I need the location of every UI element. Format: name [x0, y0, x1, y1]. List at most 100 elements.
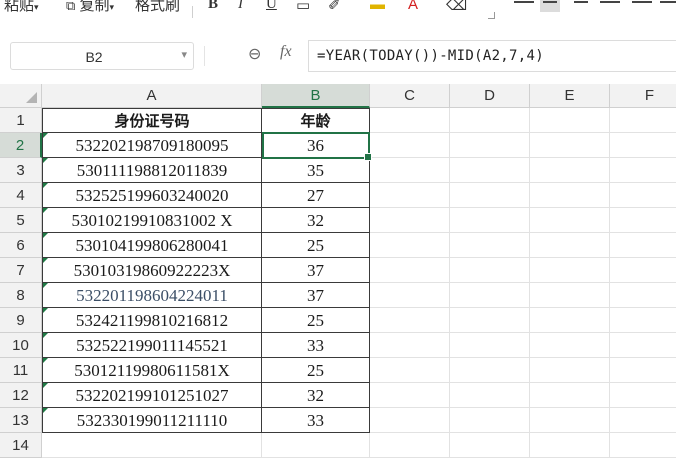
distributed-align-icon[interactable] — [632, 0, 652, 12]
row-header-11[interactable]: 11 — [0, 358, 42, 383]
cell-a10[interactable]: 532522199011145521 — [42, 333, 262, 358]
cell-d8[interactable] — [450, 283, 530, 308]
cell-b14[interactable] — [262, 433, 370, 458]
cell-c1[interactable] — [370, 108, 450, 133]
cell-c12[interactable] — [370, 383, 450, 408]
cell-d9[interactable] — [450, 308, 530, 333]
cell-d14[interactable] — [450, 433, 530, 458]
align-center-icon[interactable] — [540, 0, 560, 12]
cell-a8[interactable]: 532201198604224011 — [42, 283, 262, 308]
cell-c9[interactable] — [370, 308, 450, 333]
cell-a14[interactable] — [42, 433, 262, 458]
eraser-icon[interactable]: ⌫ — [446, 0, 467, 14]
cell-f8[interactable] — [610, 283, 676, 308]
cell-f9[interactable] — [610, 308, 676, 333]
bold-button[interactable]: B — [208, 0, 218, 13]
cell-e3[interactable] — [530, 158, 610, 183]
cell-f5[interactable] — [610, 208, 676, 233]
border-icon[interactable]: ▭ — [296, 0, 310, 14]
cell-f10[interactable] — [610, 333, 676, 358]
cell-a1[interactable]: 身份证号码 — [42, 108, 262, 133]
cell-b5[interactable]: 32 — [262, 208, 370, 233]
cell-a5[interactable]: 53010219910831002 X — [42, 208, 262, 233]
cell-e1[interactable] — [530, 108, 610, 133]
cell-f1[interactable] — [610, 108, 676, 133]
cell-f4[interactable] — [610, 183, 676, 208]
cell-b1[interactable]: 年龄 — [262, 108, 370, 133]
cell-e10[interactable] — [530, 333, 610, 358]
formula-input[interactable]: =YEAR(TODAY())-MID(A2,7,4) — [308, 40, 676, 72]
cell-d7[interactable] — [450, 258, 530, 283]
cell-a9[interactable]: 532421199810216812 — [42, 308, 262, 333]
cell-e8[interactable] — [530, 283, 610, 308]
column-header-d[interactable]: D — [450, 84, 530, 108]
cell-c2[interactable] — [370, 133, 450, 158]
zoom-icon[interactable]: ⊖ — [248, 44, 261, 64]
cell-e5[interactable] — [530, 208, 610, 233]
cell-f2[interactable] — [610, 133, 676, 158]
font-group-launcher-icon[interactable] — [488, 12, 495, 19]
cell-e7[interactable] — [530, 258, 610, 283]
align-justify-icon[interactable] — [600, 0, 620, 12]
column-header-e[interactable]: E — [530, 84, 610, 108]
cell-a11[interactable]: 53012119980611581X — [42, 358, 262, 383]
cell-c7[interactable] — [370, 258, 450, 283]
cell-b7[interactable]: 37 — [262, 258, 370, 283]
cell-b6[interactable]: 25 — [262, 233, 370, 258]
cell-d2[interactable] — [450, 133, 530, 158]
cell-f3[interactable] — [610, 158, 676, 183]
column-header-f[interactable]: F — [610, 84, 676, 108]
cell-c4[interactable] — [370, 183, 450, 208]
cell-b10[interactable]: 33 — [262, 333, 370, 358]
cell-a4[interactable]: 532525199603240020 — [42, 183, 262, 208]
row-header-5[interactable]: 5 — [0, 208, 42, 233]
cell-a7[interactable]: 53010319860922223X — [42, 258, 262, 283]
cell-e4[interactable] — [530, 183, 610, 208]
cell-f11[interactable] — [610, 358, 676, 383]
cell-d3[interactable] — [450, 158, 530, 183]
row-header-8[interactable]: 8 — [0, 283, 42, 308]
cell-d6[interactable] — [450, 233, 530, 258]
cell-b11[interactable]: 25 — [262, 358, 370, 383]
paste-button[interactable]: 粘贴▾ — [4, 0, 39, 15]
row-header-7[interactable]: 7 — [0, 258, 42, 283]
chevron-down-icon[interactable]: ▾ — [181, 48, 187, 61]
cell-f13[interactable] — [610, 408, 676, 433]
cell-e9[interactable] — [530, 308, 610, 333]
cell-d13[interactable] — [450, 408, 530, 433]
align-right-icon[interactable] — [568, 0, 588, 12]
cell-f14[interactable] — [610, 433, 676, 458]
cell-f12[interactable] — [610, 383, 676, 408]
clear-format-icon[interactable]: ✐ — [328, 0, 341, 14]
fx-icon[interactable]: fx — [280, 43, 292, 61]
row-header-14[interactable]: 14 — [0, 433, 42, 458]
cell-d10[interactable] — [450, 333, 530, 358]
wrap-text-icon[interactable] — [660, 0, 676, 12]
font-color-icon[interactable]: A — [408, 0, 418, 13]
cell-b12[interactable]: 32 — [262, 383, 370, 408]
cell-c5[interactable] — [370, 208, 450, 233]
cell-e6[interactable] — [530, 233, 610, 258]
cell-b8[interactable]: 37 — [262, 283, 370, 308]
cell-f6[interactable] — [610, 233, 676, 258]
cell-a6[interactable]: 530104199806280041 — [42, 233, 262, 258]
cell-b9[interactable]: 25 — [262, 308, 370, 333]
cell-c11[interactable] — [370, 358, 450, 383]
cell-e12[interactable] — [530, 383, 610, 408]
cell-c10[interactable] — [370, 333, 450, 358]
cell-c8[interactable] — [370, 283, 450, 308]
cell-e11[interactable] — [530, 358, 610, 383]
row-header-9[interactable]: 9 — [0, 308, 42, 333]
cell-d11[interactable] — [450, 358, 530, 383]
row-header-3[interactable]: 3 — [0, 158, 42, 183]
select-all-button[interactable] — [0, 84, 42, 108]
cell-c3[interactable] — [370, 158, 450, 183]
cell-d12[interactable] — [450, 383, 530, 408]
cell-b2[interactable]: 36 — [262, 133, 370, 158]
cell-f7[interactable] — [610, 258, 676, 283]
cell-d4[interactable] — [450, 183, 530, 208]
fill-color-icon[interactable]: ▬ — [370, 0, 385, 13]
cell-c6[interactable] — [370, 233, 450, 258]
cell-e2[interactable] — [530, 133, 610, 158]
row-header-10[interactable]: 10 — [0, 333, 42, 358]
